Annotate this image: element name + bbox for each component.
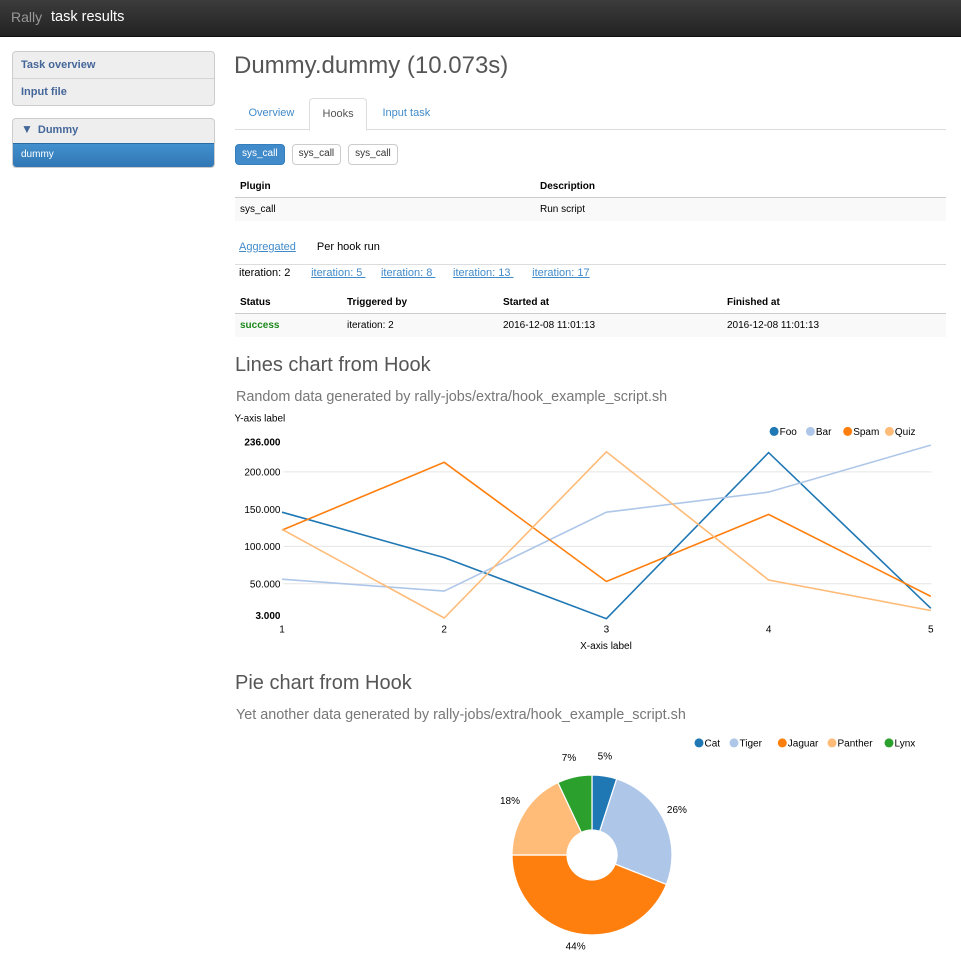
svg-text:18%: 18% [500, 796, 520, 807]
svg-text:Tiger: Tiger [740, 738, 763, 749]
svg-text:1: 1 [279, 624, 285, 635]
svg-text:Spam: Spam [853, 427, 879, 438]
svg-text:Jaguar: Jaguar [788, 738, 819, 749]
svg-text:44%: 44% [566, 941, 586, 952]
svg-text:200.000: 200.000 [244, 468, 281, 479]
svg-text:5: 5 [928, 624, 934, 635]
svg-text:4: 4 [766, 624, 772, 635]
svg-text:3: 3 [604, 624, 610, 635]
svg-text:X-axis label: X-axis label [580, 641, 632, 652]
svg-text:Foo: Foo [780, 427, 798, 438]
svg-text:5%: 5% [598, 752, 613, 763]
svg-text:7%: 7% [562, 753, 577, 764]
svg-text:150.000: 150.000 [244, 505, 281, 516]
svg-text:3.000: 3.000 [255, 611, 280, 622]
svg-text:Lynx: Lynx [895, 738, 916, 749]
svg-text:Bar: Bar [816, 427, 832, 438]
svg-text:236.000: 236.000 [244, 437, 281, 448]
svg-text:Panther: Panther [838, 738, 874, 749]
svg-text:Cat: Cat [705, 738, 721, 749]
svg-text:26%: 26% [667, 805, 687, 816]
svg-text:50.000: 50.000 [250, 580, 281, 591]
svg-text:Quiz: Quiz [895, 427, 916, 438]
svg-text:100.000: 100.000 [244, 542, 281, 553]
svg-text:Y-axis label: Y-axis label [235, 414, 286, 425]
svg-text:2: 2 [441, 624, 447, 635]
